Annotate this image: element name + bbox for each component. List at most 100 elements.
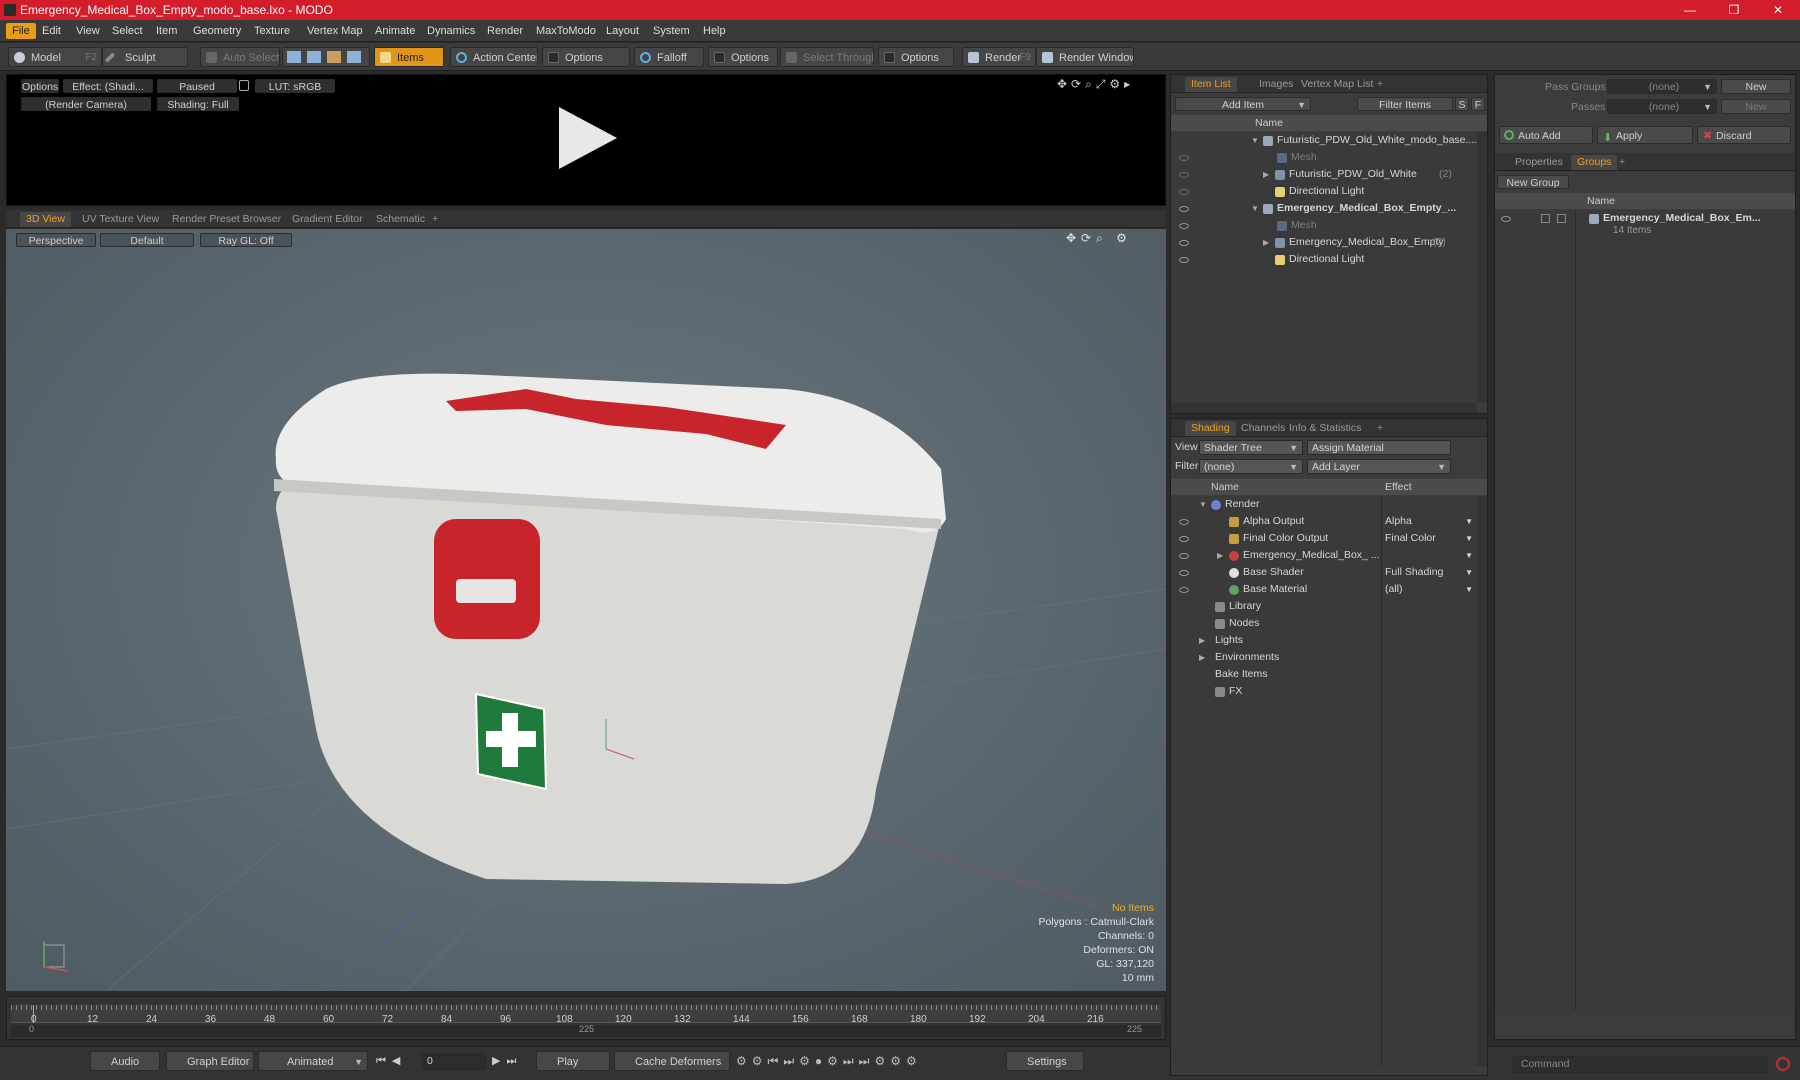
item-list-hscrollbar[interactable] — [1171, 403, 1477, 413]
tab-schematic[interactable]: Schematic — [370, 212, 431, 227]
eye-icon[interactable] — [1179, 223, 1189, 229]
checkbox-icon[interactable] — [1557, 214, 1566, 223]
tree-row[interactable]: ▶ Futuristic_PDW_Old_White (2) — [1171, 166, 1477, 183]
apply-button[interactable]: ⬇ Apply — [1597, 126, 1693, 144]
f-button[interactable]: F — [1471, 97, 1485, 111]
checkbox-icon[interactable] — [1541, 214, 1550, 223]
tree-row[interactable]: Alpha Output Alpha ▼ — [1171, 513, 1477, 530]
tree-row[interactable]: FX — [1171, 683, 1477, 700]
auto-add-button[interactable]: Auto Add — [1499, 126, 1593, 144]
eye-icon[interactable] — [1179, 172, 1189, 178]
prev-key-buttons[interactable]: ⏮◀ — [376, 1054, 406, 1068]
audio-button[interactable]: Audio — [90, 1051, 160, 1071]
preview-nav-icons[interactable]: ✥⟳⌕⤢⚙▸ — [1057, 77, 1134, 92]
tab-images[interactable]: Images — [1253, 77, 1299, 92]
menu-view[interactable]: View — [70, 23, 106, 39]
add-tab-button[interactable]: + — [1371, 421, 1389, 436]
menu-file[interactable]: File — [6, 23, 36, 39]
eye-icon[interactable] — [1179, 155, 1189, 161]
select-through-button[interactable]: Select Through — [780, 47, 874, 67]
preview-options-button[interactable]: Options — [21, 79, 59, 93]
frame-input[interactable]: 0 — [422, 1053, 486, 1070]
eye-icon[interactable] — [1179, 206, 1189, 212]
play-icon[interactable] — [555, 105, 619, 171]
eye-icon[interactable] — [1179, 570, 1189, 576]
edges-mode-icon[interactable] — [307, 51, 322, 63]
group-row[interactable]: Emergency_Medical_Box_Em... 14 Items — [1495, 210, 1795, 240]
menu-select[interactable]: Select — [106, 23, 149, 39]
action-center-options-button[interactable]: Options — [542, 47, 630, 67]
eye-icon[interactable] — [1179, 553, 1189, 559]
vertices-mode-icon[interactable] — [287, 51, 301, 63]
tab-item-list[interactable]: Item List — [1185, 77, 1237, 92]
action-center-button[interactable]: Action Center — [450, 47, 538, 67]
tree-row[interactable]: ▼ Futuristic_PDW_Old_White_modo_base.... — [1171, 132, 1477, 149]
sculpt-mode-button[interactable]: Sculpt — [102, 47, 188, 67]
menu-edit[interactable]: Edit — [36, 23, 67, 39]
tree-row[interactable]: Directional Light — [1171, 251, 1477, 268]
play-button[interactable]: Play — [536, 1051, 610, 1071]
tree-row[interactable]: Bake Items — [1171, 666, 1477, 683]
view-dropdown[interactable]: Shader Tree ▼ — [1199, 440, 1303, 455]
timeline[interactable]: 0 225 225 — [6, 996, 1166, 1040]
items-mode-button[interactable]: Items — [374, 47, 444, 67]
select-options-button[interactable]: Options — [878, 47, 954, 67]
menu-render[interactable]: Render — [481, 23, 529, 39]
tab-vertex-map-list[interactable]: Vertex Map List — [1295, 77, 1379, 92]
chevron-down-icon[interactable]: ▼ — [1465, 564, 1473, 581]
tab-render-preset-browser[interactable]: Render Preset Browser — [166, 212, 287, 227]
record-icon[interactable] — [1776, 1057, 1790, 1071]
tree-row[interactable]: Base Material (all) ▼ — [1171, 581, 1477, 598]
add-layer-dropdown[interactable]: Add Layer ▼ — [1307, 459, 1451, 474]
menu-layout[interactable]: Layout — [600, 23, 645, 39]
close-button[interactable]: ✕ — [1756, 0, 1800, 20]
preview-paused-button[interactable]: Paused — [157, 79, 237, 93]
shading-dropdown[interactable]: Shading: Full — [157, 97, 239, 111]
discard-button[interactable]: ✖ Discard — [1697, 126, 1791, 144]
menu-help[interactable]: Help — [697, 23, 732, 39]
add-tab-button[interactable]: + — [1613, 155, 1631, 170]
tab-shading[interactable]: Shading — [1185, 421, 1236, 436]
menu-item[interactable]: Item — [150, 23, 183, 39]
new-pass-group-button[interactable]: New — [1721, 79, 1791, 94]
lut-dropdown[interactable]: LUT: sRGB — [255, 79, 335, 93]
polygons-mode-icon[interactable] — [327, 51, 342, 63]
tree-row[interactable]: Library — [1171, 598, 1477, 615]
eye-icon[interactable] — [1179, 519, 1189, 525]
pass-groups-dropdown[interactable]: (none) ▼ — [1607, 79, 1717, 94]
eye-icon[interactable] — [1179, 587, 1189, 593]
auto-select-button[interactable]: Auto Select — [200, 47, 280, 67]
tree-row[interactable]: Directional Light — [1171, 183, 1477, 200]
menu-animate[interactable]: Animate — [369, 23, 421, 39]
filter-items-input[interactable]: Filter Items — [1357, 97, 1453, 111]
assign-material-input[interactable]: Assign Material — [1307, 440, 1451, 455]
tree-row[interactable]: ▶ Emergency_Medical_Box_Empty (2) — [1171, 234, 1477, 251]
eye-icon[interactable] — [1179, 257, 1189, 263]
lock-icon[interactable] — [239, 80, 249, 91]
preview-effect-dropdown[interactable]: Effect: (Shadi... — [63, 79, 153, 93]
cache-deformers-button[interactable]: Cache Deformers — [614, 1051, 730, 1071]
key-tools-icons[interactable]: ⚙⚙⏮⏭⚙●⚙⏭⏭⚙⚙⚙ — [736, 1054, 922, 1069]
tab-3d-view[interactable]: 3D View — [20, 212, 71, 227]
menu-maxtomodo[interactable]: MaxToModo — [530, 23, 602, 39]
add-tab-button[interactable]: + — [1371, 77, 1389, 92]
menu-system[interactable]: System — [647, 23, 696, 39]
render-window-button[interactable]: Render Window — [1036, 47, 1134, 67]
menu-dynamics[interactable]: Dynamics — [421, 23, 481, 39]
tree-row[interactable]: ▶ Environments — [1171, 649, 1477, 666]
menu-geometry[interactable]: Geometry — [187, 23, 247, 39]
menu-texture[interactable]: Texture — [248, 23, 296, 39]
s-button[interactable]: S — [1455, 97, 1469, 111]
new-pass-button[interactable]: New — [1721, 99, 1791, 114]
materials-mode-icon[interactable] — [347, 51, 362, 63]
tree-row[interactable]: ▶ Lights — [1171, 632, 1477, 649]
tree-row[interactable]: Base Shader Full Shading ▼ — [1171, 564, 1477, 581]
shading-scrollbar[interactable] — [1477, 496, 1487, 1066]
add-item-dropdown[interactable]: Add Item ▼ — [1175, 97, 1311, 111]
tree-row[interactable]: Mesh — [1171, 149, 1477, 166]
tab-groups[interactable]: Groups — [1571, 155, 1618, 170]
next-key-buttons[interactable]: ▶⏭ — [492, 1054, 522, 1068]
item-list-scrollbar[interactable] — [1477, 132, 1487, 402]
tree-row[interactable]: Nodes — [1171, 615, 1477, 632]
render-camera-dropdown[interactable]: (Render Camera) — [21, 97, 151, 111]
